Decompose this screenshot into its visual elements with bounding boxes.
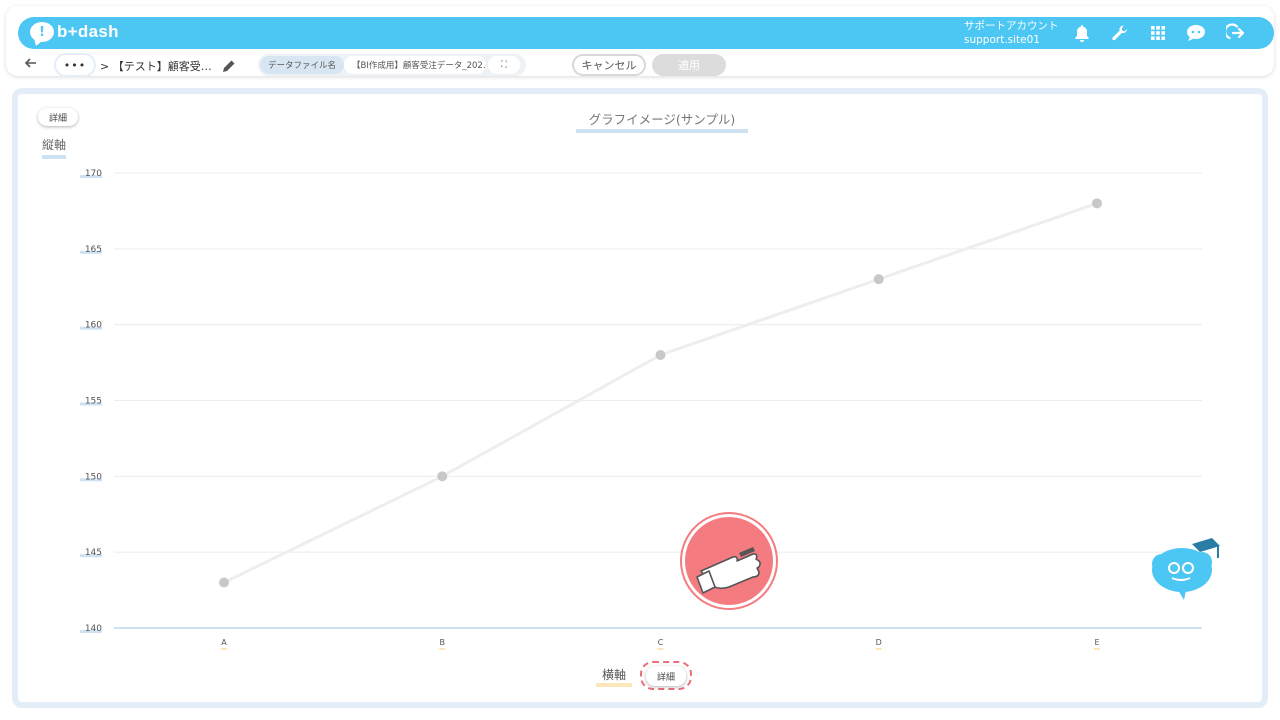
detail-button-top[interactable]: 詳細 (38, 108, 78, 126)
chart-panel: 140 145 150 155 160 165 170 A B C D E 詳細 縦軸 グラフイメージ… (12, 88, 1268, 708)
app-bar: ! b+dash サポートアカウント support.site01 (18, 17, 1274, 49)
pointing-hand-icon (696, 547, 761, 594)
y-axis-title[interactable]: 縦軸 (42, 136, 67, 159)
y-tick-label: 160 (85, 321, 102, 331)
grid-icon[interactable] (1146, 21, 1170, 45)
account-label: サポートアカウント (964, 20, 1059, 32)
data-point (655, 350, 666, 360)
toolbar: ••• > 【テスト】顧客受… データファイル名 【BI作成用】顧客受注データ_… (6, 50, 1274, 80)
y-tick-label: 145 (85, 548, 102, 558)
cancel-button[interactable]: キャンセル (572, 54, 646, 76)
account-info[interactable]: サポートアカウント support.site01 (964, 19, 1059, 47)
wrench-icon[interactable] (1108, 21, 1132, 45)
y-tick-label: 150 (85, 472, 102, 482)
logout-icon[interactable] (1224, 21, 1248, 45)
chart-title[interactable]: グラフイメージ(サンプル) (576, 109, 748, 133)
x-tick-underline (657, 648, 664, 650)
header-card: ! b+dash サポートアカウント support.site01 ••• > … (6, 6, 1274, 76)
logo-icon: ! (30, 22, 54, 42)
y-tick-label: 155 (85, 397, 102, 407)
y-tick-label: 165 (85, 245, 102, 255)
account-id: support.site01 (964, 34, 1040, 46)
x-axis-title[interactable]: 横軸 (596, 666, 633, 687)
datafile-selector: データファイル名 【BI作成用】顧客受注データ_202… ⛶ (258, 54, 526, 76)
x-tick-underline (439, 648, 446, 650)
x-tick-label: C (658, 638, 664, 647)
mascot-character[interactable] (1148, 534, 1220, 604)
series-line (223, 201, 1098, 584)
expand-icon[interactable]: ⛶ (488, 56, 520, 74)
logo[interactable]: ! b+dash (30, 22, 119, 42)
datafile-label: データファイル名 (260, 56, 345, 74)
data-point (873, 274, 884, 285)
x-tick-label: E (1094, 638, 1099, 647)
chat-icon[interactable] (1184, 21, 1208, 45)
data-point (219, 577, 229, 588)
x-tick-underline (1094, 648, 1100, 650)
data-point (437, 471, 448, 482)
breadcrumb-more-button[interactable]: ••• (56, 55, 94, 75)
datafile-name[interactable]: 【BI作成用】顧客受注データ_202… (344, 56, 486, 74)
line-chart: 140 145 150 155 160 165 170 A B C D E (80, 169, 1202, 650)
data-point (1092, 198, 1102, 209)
x-tick-label: D (876, 638, 882, 647)
edit-pencil-icon[interactable] (222, 58, 236, 72)
app-root: ! b+dash サポートアカウント support.site01 ••• > … (0, 0, 1280, 720)
x-tick-underline (221, 648, 227, 650)
tutorial-pointer (682, 514, 776, 608)
bell-icon[interactable] (1070, 21, 1094, 45)
x-tick-label: A (221, 638, 227, 647)
x-tick-underline (875, 648, 882, 650)
x-tick-label: B (440, 638, 446, 647)
detail-button-bottom[interactable]: 詳細 (646, 666, 686, 686)
y-tick-label: 170 (85, 169, 102, 179)
apply-button[interactable]: 適用 (652, 54, 726, 76)
back-arrow-icon[interactable] (24, 56, 40, 72)
y-tick-label: 140 (85, 624, 102, 634)
logo-text: b+dash (57, 22, 119, 41)
breadcrumb-title[interactable]: > 【テスト】顧客受… (100, 58, 212, 74)
